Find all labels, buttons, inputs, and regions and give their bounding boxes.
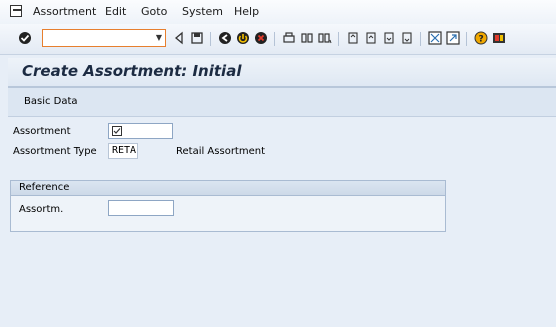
print-icon[interactable] bbox=[282, 31, 296, 45]
menu-goto[interactable]: Goto bbox=[141, 5, 167, 18]
menu-edit[interactable]: Edit bbox=[105, 5, 126, 18]
previous-page-icon[interactable] bbox=[364, 31, 378, 45]
reference-assortment-field[interactable] bbox=[108, 200, 174, 216]
system-menu-icon[interactable] bbox=[10, 5, 22, 17]
menu-system[interactable]: System bbox=[182, 5, 223, 18]
assortment-field[interactable] bbox=[108, 123, 173, 139]
assortment-type-description: Retail Assortment bbox=[176, 146, 265, 157]
layout-icon[interactable] bbox=[492, 31, 506, 45]
dropdown-icon[interactable]: ▼ bbox=[156, 33, 162, 42]
assortm-label: Assortm. bbox=[19, 204, 64, 215]
reference-group-title: Reference bbox=[19, 182, 70, 193]
menu-help[interactable]: Help bbox=[234, 5, 259, 18]
svg-text:?: ? bbox=[479, 35, 484, 45]
create-session-icon[interactable] bbox=[428, 31, 442, 45]
reference-group-header: Reference bbox=[11, 181, 445, 196]
assortment-type-label: Assortment Type bbox=[13, 146, 97, 157]
last-page-icon[interactable] bbox=[400, 31, 414, 45]
exit-icon[interactable] bbox=[236, 31, 250, 45]
command-field[interactable]: ▼ bbox=[42, 29, 166, 47]
title-bar: Create Assortment: Initial bbox=[8, 58, 556, 88]
back-icon[interactable] bbox=[172, 31, 186, 45]
menu-assortment[interactable]: Assortment bbox=[33, 5, 96, 18]
assortment-type-field[interactable]: RETA bbox=[108, 143, 138, 159]
find-next-icon[interactable] bbox=[318, 31, 332, 45]
standard-toolbar: ▼ ? bbox=[0, 24, 556, 55]
help-icon[interactable]: ? bbox=[474, 31, 488, 45]
basic-data-button[interactable]: Basic Data bbox=[24, 96, 78, 107]
first-page-icon[interactable] bbox=[346, 31, 360, 45]
create-shortcut-icon[interactable] bbox=[446, 31, 460, 45]
enter-check-icon[interactable] bbox=[18, 31, 32, 45]
reference-group: Reference Assortm. bbox=[10, 180, 446, 232]
next-page-icon[interactable] bbox=[382, 31, 396, 45]
find-icon[interactable] bbox=[300, 31, 314, 45]
menu-bar: Assortment Edit Goto System Help bbox=[0, 0, 556, 25]
assortment-label: Assortment bbox=[13, 126, 71, 137]
back-green-icon[interactable] bbox=[218, 31, 232, 45]
page-title: Create Assortment: Initial bbox=[22, 62, 242, 80]
application-toolbar: Basic Data bbox=[8, 88, 556, 117]
save-icon[interactable] bbox=[190, 31, 204, 45]
cancel-icon[interactable] bbox=[254, 31, 268, 45]
